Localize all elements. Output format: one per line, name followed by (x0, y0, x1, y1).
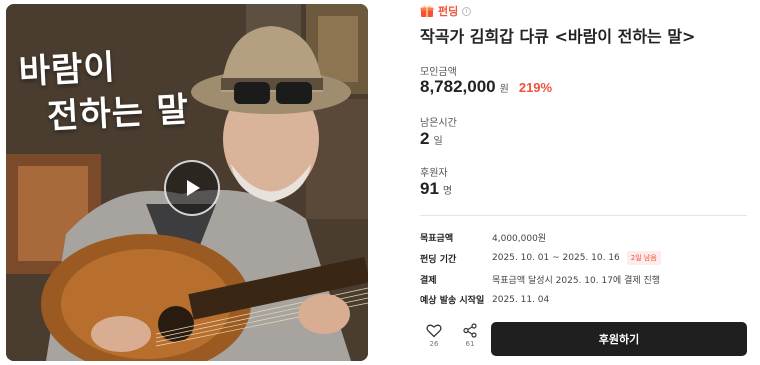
detail-key: 목표금액 (420, 234, 454, 244)
heart-icon (426, 324, 442, 338)
detail-key: 결제 (420, 276, 437, 286)
detail-key: 펀딩 기간 (420, 254, 457, 265)
funding-badge: 펀딩 i (420, 3, 472, 19)
amount-row: 8,782,000 원 219% (420, 77, 552, 97)
amount-percent: 219% (518, 80, 553, 95)
video-thumbnail[interactable]: 바람이 전하는 말 (6, 4, 368, 361)
funding-badge-label: 펀딩 (438, 5, 459, 18)
backers-row: 91 명 (420, 179, 452, 199)
project-info-panel: 펀딩 i 작곡가 김희갑 다큐 <바람이 전하는 말> 모인금액 8,782,0… (420, 0, 750, 365)
time-left-row: 2 일 (420, 129, 443, 149)
share-icon (463, 323, 477, 338)
amount-label: 모인금액 (420, 67, 457, 78)
backers-unit: 명 (442, 186, 453, 197)
backers-value: 91 (420, 179, 439, 198)
backers-label: 후원자 (420, 168, 448, 179)
detail-goal: 목표금액 4,000,000원 (420, 231, 546, 244)
headline-line1: 바람이 (17, 47, 117, 93)
support-button[interactable]: 후원하기 (491, 322, 747, 356)
detail-period: 펀딩 기간 2025. 10. 01 ~ 2025. 10. 16 2일 남음 (420, 251, 661, 265)
detail-value: 목표금액 달성시 2025. 10. 17에 결제 진행 (492, 276, 661, 286)
detail-value: 4,000,000원 (492, 234, 547, 244)
time-left-label: 남은시간 (420, 118, 457, 129)
share-button[interactable]: 61 (462, 323, 478, 348)
thumbnail-headline: 바람이 전하는 말 (18, 39, 233, 142)
like-button[interactable]: 26 (426, 323, 442, 348)
play-button[interactable] (164, 160, 220, 216)
detail-ship-date: 예상 발송 시작일 2025. 11. 04 (420, 293, 550, 307)
gift-icon (420, 5, 434, 17)
days-left-tag: 2일 남음 (626, 251, 661, 265)
detail-payment: 결제 목표금액 달성시 2025. 10. 17에 결제 진행 (420, 273, 660, 286)
detail-key: 예상 발송 시작일 (420, 296, 485, 306)
amount-unit: 원 (499, 84, 509, 95)
detail-value: 2025. 11. 04 (492, 294, 550, 305)
time-left-value: 2 (420, 129, 430, 148)
project-title: 작곡가 김희갑 다큐 <바람이 전하는 말> (420, 27, 696, 46)
section-divider (420, 215, 747, 216)
amount-value: 8,782,000 (420, 77, 496, 96)
like-count: 26 (429, 340, 439, 348)
time-left-unit: 일 (433, 136, 443, 147)
play-icon (187, 180, 200, 196)
info-icon[interactable]: i (462, 6, 472, 16)
share-count: 61 (465, 340, 475, 348)
detail-value: 2025. 10. 01 ~ 2025. 10. 16 (492, 253, 620, 263)
